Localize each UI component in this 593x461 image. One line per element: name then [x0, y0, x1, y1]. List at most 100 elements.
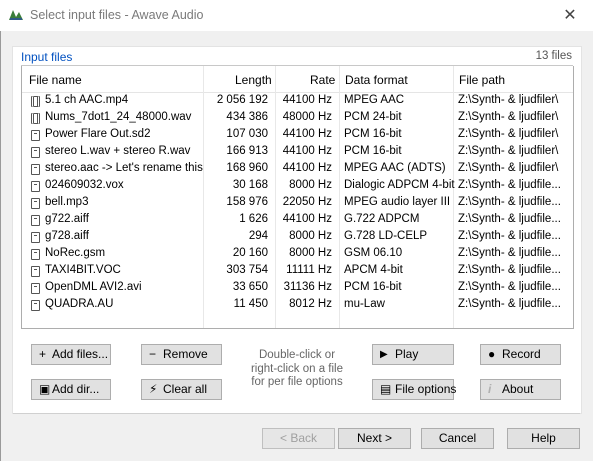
file-list[interactable]: File name Length Rate Data format File p…: [21, 66, 574, 329]
document-icon: [31, 147, 40, 158]
record-icon: ●: [488, 347, 496, 361]
file-rate: 44100 Hz: [282, 145, 332, 157]
lightning-icon: ⚡: [149, 382, 158, 396]
file-row[interactable]: stereo L.wav + stereo R.wav 166 913 44100 …: [22, 144, 573, 161]
file-path: Z:\Synth- & ljudfile...: [458, 179, 561, 191]
remove-label: Remove: [163, 347, 208, 361]
info-icon: i: [488, 382, 492, 396]
video-file-icon: [31, 113, 40, 124]
file-format: G.722 ADPCM: [344, 213, 420, 225]
file-row[interactable]: QUADRA.AU 11 450 8012 Hz mu-Law Z:\Synth- & …: [22, 297, 573, 314]
file-length: 294: [248, 230, 268, 242]
file-length: 2 056 192: [216, 94, 268, 106]
file-length: 33 650: [232, 281, 268, 293]
column-header-data-format[interactable]: Data format: [345, 73, 408, 87]
about-label: About: [502, 382, 534, 396]
file-name: TAXI4BIT.VOC: [45, 264, 121, 276]
document-icon: [31, 215, 40, 226]
file-options-button[interactable]: ▤ File options: [372, 379, 457, 400]
file-path: Z:\Synth- & ljudfile...: [458, 281, 561, 293]
clear-all-label: Clear all: [163, 382, 208, 396]
file-path: Z:\Synth- & ljudfiler\: [458, 128, 559, 140]
file-row[interactable]: OpenDML AVI2.avi 33 650 31136 Hz PCM 16-bit…: [22, 280, 573, 297]
file-row[interactable]: NoRec.gsm 20 160 8000 Hz GSM 06.10 Z:\Synth-…: [22, 246, 573, 263]
title-bar: Select input files - Awave Audio ✕: [0, 0, 593, 31]
add-dir-label: Add dir...: [52, 382, 100, 396]
file-row[interactable]: g728.aiff 294 8000 Hz G.728 LD-CELP Z:\Synth…: [22, 229, 573, 246]
column-header-file-path[interactable]: File path: [459, 73, 505, 87]
column-header-file-name[interactable]: File name: [29, 73, 82, 87]
close-icon[interactable]: ✕: [547, 0, 593, 31]
file-name: NoRec.gsm: [45, 247, 106, 259]
file-name: g728.aiff: [45, 230, 89, 242]
play-button[interactable]: ▶ Play: [372, 344, 454, 365]
help-button[interactable]: Help: [507, 428, 580, 449]
column-header-rate[interactable]: Rate: [310, 73, 335, 87]
file-row[interactable]: 5.1 ch AAC.mp4 2 056 192 44100 Hz MPEG AAC Z…: [22, 93, 573, 110]
file-path: Z:\Synth- & ljudfiler\: [458, 162, 559, 174]
play-label: Play: [395, 347, 419, 361]
file-rate: 48000 Hz: [282, 111, 332, 123]
add-files-label: Add files...: [52, 347, 109, 361]
file-format: mu-Law: [344, 298, 385, 310]
file-length: 158 976: [226, 196, 268, 208]
add-files-button[interactable]: + Add files...: [31, 344, 111, 365]
file-path: Z:\Synth- & ljudfile...: [458, 264, 561, 276]
cancel-button[interactable]: Cancel: [421, 428, 494, 449]
clear-all-button[interactable]: ⚡ Clear all: [141, 379, 222, 400]
list-header: File name Length Rate Data format File p…: [22, 66, 573, 93]
play-icon: ▶: [380, 349, 388, 360]
file-rate: 44100 Hz: [282, 128, 332, 140]
footer-divider: [13, 413, 580, 414]
file-name: Power Flare Out.sd2: [45, 128, 151, 140]
file-row[interactable]: bell.mp3 158 976 22050 Hz MPEG audio layer …: [22, 195, 573, 212]
file-rate: 44100 Hz: [282, 94, 332, 106]
back-button[interactable]: < Back: [262, 428, 335, 449]
file-rate: 22050 Hz: [282, 196, 332, 208]
file-row[interactable]: stereo.aac -> Let's rename this 168 960 44…: [22, 161, 573, 178]
minus-icon: −: [149, 347, 157, 361]
file-name: stereo L.wav + stereo R.wav: [45, 145, 191, 157]
file-row[interactable]: Nums_7dot1_24_48000.wav 434 386 48000 Hz PC…: [22, 110, 573, 127]
file-row[interactable]: g722.aiff 1 626 44100 Hz G.722 ADPCM Z:\Synt…: [22, 212, 573, 229]
file-count: 13 files: [535, 50, 572, 62]
file-name: Nums_7dot1_24_48000.wav: [45, 111, 192, 123]
file-path: Z:\Synth- & ljudfile...: [458, 247, 561, 259]
file-row[interactable]: 024609032.vox 30 168 8000 Hz Dialogic ADPCM…: [22, 178, 573, 195]
file-rate: 44100 Hz: [282, 213, 332, 225]
document-icon: [31, 300, 40, 311]
hint-text: Double-click or right-click on a file fo…: [250, 349, 344, 388]
file-length: 20 160: [232, 247, 268, 259]
file-rate: 31136 Hz: [283, 281, 332, 293]
remove-button[interactable]: − Remove: [141, 344, 222, 365]
file-length: 168 960: [226, 162, 268, 174]
file-length: 1 626: [239, 213, 268, 225]
file-path: Z:\Synth- & ljudfiler\: [458, 111, 559, 123]
file-format: PCM 16-bit: [344, 281, 402, 293]
record-button[interactable]: ● Record: [480, 344, 561, 365]
file-path: Z:\Synth- & ljudfiler\: [458, 145, 559, 157]
file-path: Z:\Synth- & ljudfile...: [458, 213, 561, 225]
document-icon: [31, 266, 40, 277]
next-button[interactable]: Next >: [338, 428, 411, 449]
section-title: Input files: [21, 50, 73, 64]
add-dir-button[interactable]: ▣ Add dir...: [31, 379, 111, 400]
file-options-label: File options: [395, 382, 457, 396]
file-rate: 8000 Hz: [289, 179, 332, 191]
about-button[interactable]: i About: [480, 379, 561, 400]
file-length: 11 450: [233, 298, 268, 310]
file-options-icon: ▤: [380, 382, 392, 396]
file-rate: 8000 Hz: [289, 230, 332, 242]
file-format: MPEG audio layer III: [344, 196, 451, 208]
file-row[interactable]: TAXI4BIT.VOC 303 754 11111 Hz APCM 4-bit Z:\…: [22, 263, 573, 280]
file-format: PCM 16-bit: [344, 128, 402, 140]
file-row[interactable]: Power Flare Out.sd2 107 030 44100 Hz PCM 16…: [22, 127, 573, 144]
file-format: PCM 16-bit: [344, 145, 402, 157]
file-path: Z:\Synth- & ljudfile...: [458, 230, 561, 242]
file-name: 5.1 ch AAC.mp4: [45, 94, 129, 106]
column-header-length[interactable]: Length: [235, 73, 272, 87]
file-length: 107 030: [226, 128, 268, 140]
plus-icon: +: [39, 347, 47, 361]
file-rate: 8000 Hz: [289, 247, 332, 259]
file-name: OpenDML AVI2.avi: [45, 281, 142, 293]
